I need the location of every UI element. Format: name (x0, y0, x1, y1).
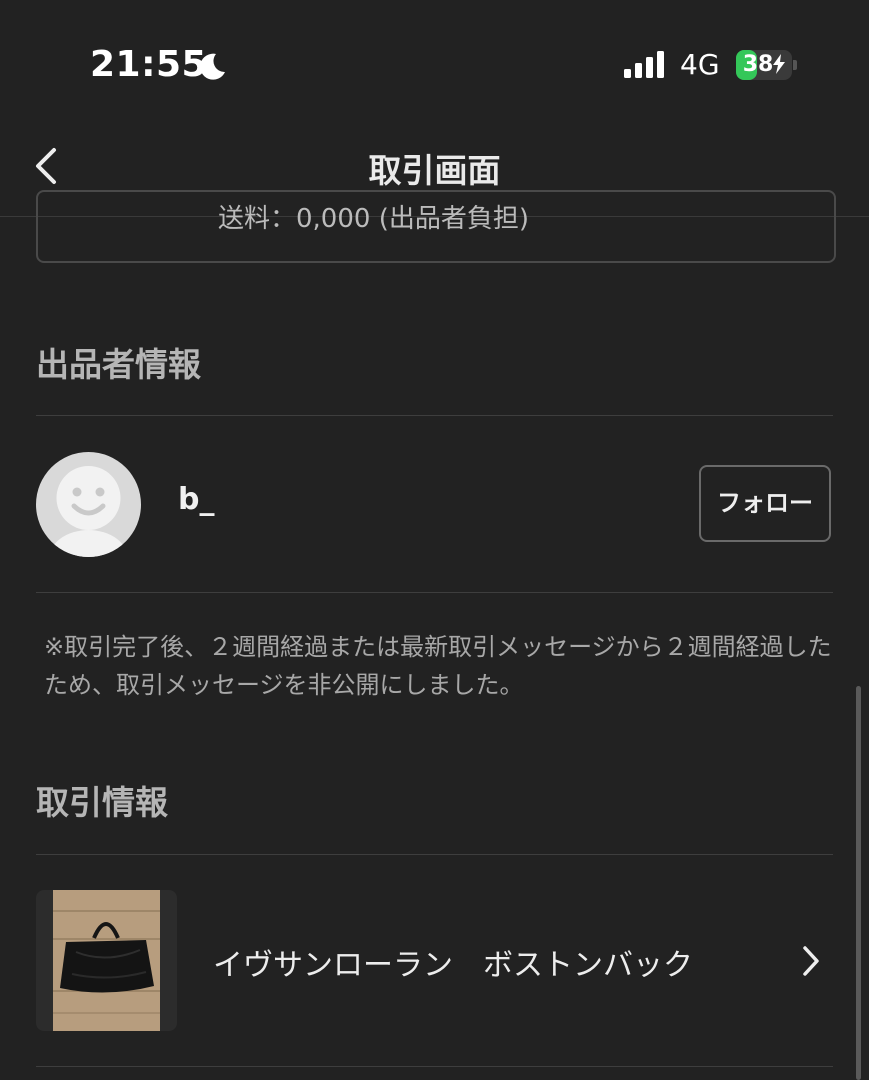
status-time: 21:55 (90, 44, 208, 85)
product-name[interactable]: イヴサンローラン ボストンバック (213, 940, 693, 984)
transaction-section-title: 取引情報 (36, 783, 168, 822)
chevron-left-icon[interactable] (30, 144, 64, 188)
scrollbar[interactable] (856, 686, 861, 1080)
page-title: 取引画面 (368, 151, 501, 190)
battery-level: 38 (736, 50, 792, 80)
avatar-face-icon (48, 466, 129, 557)
battery-indicator: 38 (736, 50, 792, 80)
default-avatar-icon[interactable] (36, 452, 141, 557)
seller-section-title: 出品者情報 (36, 345, 201, 384)
divider (36, 592, 833, 593)
battery-cap (793, 60, 797, 70)
shipping-info-card: 送料：0,000 (出品者負担) (36, 190, 836, 263)
network-type: 4G (680, 48, 720, 81)
moon-icon (200, 53, 225, 80)
product-thumbnail[interactable] (36, 890, 177, 1031)
status-bar: 21:55 4G 38 (0, 0, 869, 120)
divider (36, 854, 833, 855)
cellular-signal-icon (624, 51, 664, 78)
follow-button[interactable]: フォロー (699, 465, 831, 542)
bag-image (53, 890, 160, 1031)
bolt-icon (773, 54, 786, 74)
shipping-info-text: 送料：0,000 (出品者負担) (218, 204, 529, 234)
message-private-notice: ※取引完了後、２週間経過または最新取引メッセージから２週間経過したため、取引メッ… (44, 633, 832, 699)
chevron-right-icon[interactable] (800, 944, 822, 978)
divider (36, 1066, 833, 1067)
divider (36, 415, 833, 416)
seller-username[interactable]: b_ (178, 482, 214, 517)
